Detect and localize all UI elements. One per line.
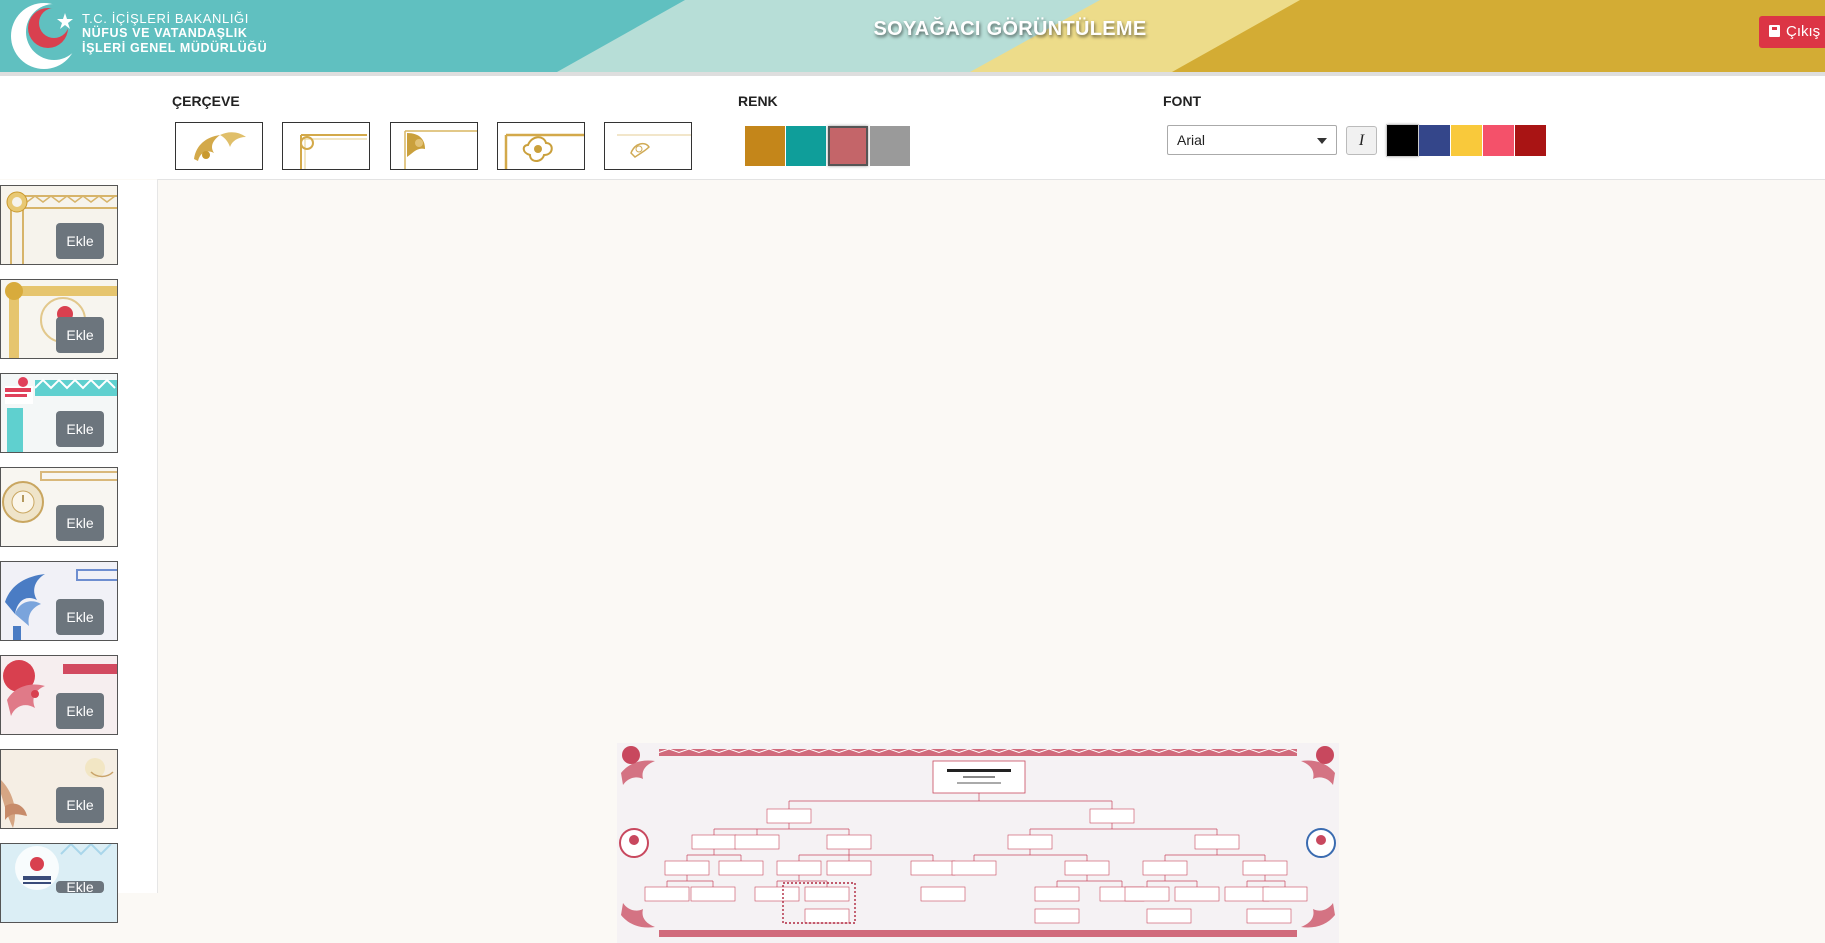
add-template-button-3[interactable]: Ekle xyxy=(56,411,104,447)
template-light-blue-nvi-icon xyxy=(15,844,112,890)
preview-canvas xyxy=(158,180,1825,943)
add-template-button-5[interactable]: Ekle xyxy=(56,599,104,635)
italic-button[interactable]: I xyxy=(1346,126,1377,155)
customization-toolbar: ÇERÇEVE RENK FONT Arial I xyxy=(0,76,1825,179)
logout-button[interactable]: Çıkış xyxy=(1759,16,1825,48)
logout-icon xyxy=(1769,25,1780,37)
color-swatch-rose[interactable] xyxy=(828,126,868,166)
frame-ornament-5-icon xyxy=(617,134,691,158)
font-color-yellow[interactable] xyxy=(1451,125,1482,156)
color-swatch-gold[interactable] xyxy=(745,126,785,166)
frame-ornament-2-icon xyxy=(300,134,367,169)
app-header: T.C. İÇİŞLERİ BAKANLIĞI NÜFUS VE VATANDA… xyxy=(0,0,1825,72)
font-family-select[interactable]: Arial xyxy=(1167,125,1337,155)
add-template-button-6[interactable]: Ekle xyxy=(56,693,104,729)
add-template-button-4[interactable]: Ekle xyxy=(56,505,104,541)
frame-option-1[interactable] xyxy=(175,122,263,170)
font-color-pink[interactable] xyxy=(1483,125,1514,156)
frame-ornament-3-icon xyxy=(404,130,477,169)
add-template-button-1[interactable]: Ekle xyxy=(56,223,104,259)
font-select-value: Arial xyxy=(1177,132,1206,148)
logout-label: Çıkış xyxy=(1786,23,1821,40)
family-tree-preview[interactable] xyxy=(617,743,1339,943)
font-color-black[interactable] xyxy=(1387,125,1418,156)
frame-ornament-4-icon xyxy=(504,133,584,169)
add-template-button-8[interactable]: Ekle xyxy=(56,881,104,893)
frame-ornament-1-icon xyxy=(194,132,246,161)
font-section-label: FONT xyxy=(1163,93,1202,109)
frame-option-3[interactable] xyxy=(390,122,478,170)
font-color-navy[interactable] xyxy=(1419,125,1450,156)
frame-section-label: ÇERÇEVE xyxy=(172,93,240,109)
add-template-button-2[interactable]: Ekle xyxy=(56,317,104,353)
chevron-down-icon xyxy=(1317,138,1327,144)
color-swatch-teal[interactable] xyxy=(786,126,826,166)
page-title: SOYAĞACI GÖRÜNTÜLEME xyxy=(873,18,1147,40)
frame-option-2[interactable] xyxy=(282,122,370,170)
color-swatch-gray[interactable] xyxy=(870,126,910,166)
color-section-label: RENK xyxy=(738,93,778,109)
template-sidebar: Ekle Ekle Ekle Ekle Ekle Ekle Ekle Ekle xyxy=(0,180,157,923)
frame-option-4[interactable] xyxy=(497,122,585,170)
frame-option-5[interactable] xyxy=(604,122,692,170)
font-color-dark-red[interactable] xyxy=(1515,125,1546,156)
org-line-3: İŞLERİ GENEL MÜDÜRLÜĞÜ xyxy=(82,41,268,55)
add-template-button-7[interactable]: Ekle xyxy=(56,787,104,823)
